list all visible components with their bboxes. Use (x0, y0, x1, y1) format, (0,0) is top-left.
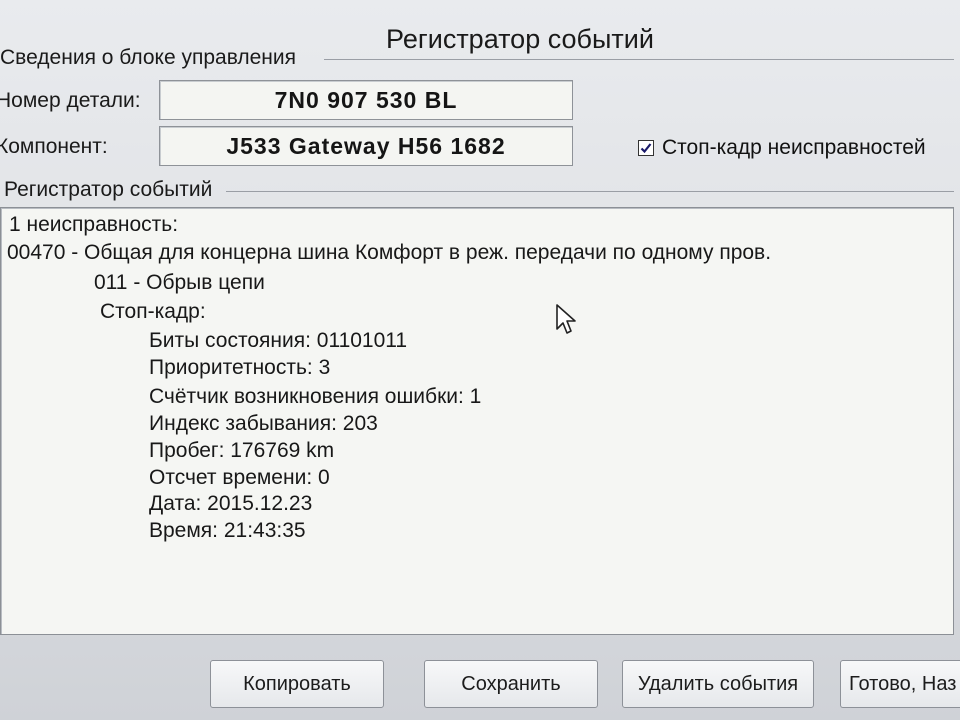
freeze-frame-checkbox-label: Стоп-кадр неисправностей (662, 136, 926, 159)
done-button[interactable]: Готово, Наз (840, 660, 960, 708)
fault-count-text: 1 неисправность: (9, 213, 179, 236)
window-title: Регистратор событий (386, 24, 654, 54)
delete-events-button[interactable]: Удалить события (622, 660, 814, 708)
mileage-text: Пробег: 176769 km (149, 439, 335, 462)
control-unit-group-divider (324, 59, 954, 60)
event-log-textarea[interactable]: 1 неисправность: 00470 - Общая для конце… (0, 207, 954, 635)
part-number-field[interactable]: 7N0 907 530 BL (159, 80, 573, 120)
event-recorder-window: Регистратор событий Сведения о блоке упр… (0, 0, 960, 720)
event-log-group-label: Регистратор событий (4, 178, 213, 201)
copy-button[interactable]: Копировать (210, 660, 384, 708)
fault-subcode-text: 011 - Обрыв цепи (94, 271, 265, 294)
date-text: Дата: 2015.12.23 (149, 492, 313, 515)
freeze-frame-checkbox[interactable] (638, 140, 654, 156)
save-button[interactable]: Сохранить (424, 660, 598, 708)
checkmark-icon (640, 143, 652, 154)
priority-text: Приоритетность: 3 (149, 356, 331, 379)
event-log-group-divider (226, 191, 954, 192)
mouse-pointer-icon (556, 304, 576, 334)
forget-index-text: Индекс забывания: 203 (149, 412, 378, 435)
freeze-frame-header: Стоп-кадр: (100, 300, 206, 323)
freeze-frame-checkbox-row[interactable]: Стоп-кадр неисправностей (638, 136, 926, 160)
control-unit-group-label: Сведения о блоке управления (0, 46, 297, 69)
fault-code-text: 00470 - Общая для концерна шина Комфорт … (7, 241, 772, 264)
status-bits-text: Биты состояния: 01101011 (149, 329, 408, 352)
component-label: Компонент: (0, 135, 108, 158)
time-indication-text: Отсчет времени: 0 (149, 466, 330, 489)
occurrence-counter-text: Счётчик возникновения ошибки: 1 (149, 385, 482, 408)
component-field[interactable]: J533 Gateway H56 1682 (159, 126, 573, 166)
time-text: Время: 21:43:35 (149, 519, 306, 542)
part-number-label: Номер детали: (0, 89, 141, 112)
